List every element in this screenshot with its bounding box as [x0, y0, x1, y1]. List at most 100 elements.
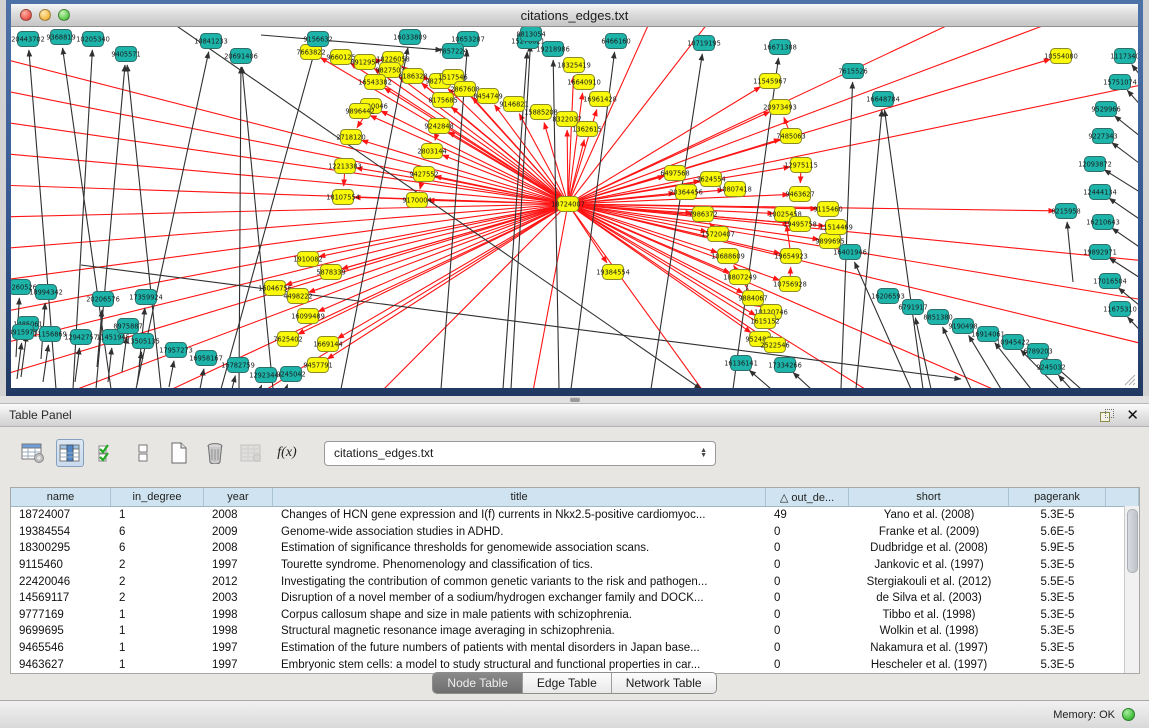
graph-node[interactable]: 10756928 — [773, 277, 807, 292]
graph-node[interactable]: 11545967 — [753, 74, 787, 89]
graph-node[interactable]: 12444134 — [1083, 185, 1117, 200]
table-cell[interactable]: 2012 — [204, 576, 273, 588]
graph-node[interactable]: 20691406 — [224, 49, 258, 64]
table-cell[interactable]: Jankovic et al. (1997) — [849, 559, 1009, 571]
table-cell[interactable]: 49 — [766, 509, 849, 521]
graph-node[interactable]: 10841233 — [194, 34, 228, 49]
table-row[interactable]: 946362711997Embryonic stem cells: a mode… — [11, 656, 1139, 673]
table-cell[interactable]: 2008 — [204, 542, 273, 554]
divider-handle[interactable] — [570, 397, 580, 402]
table-cell[interactable]: 0 — [766, 625, 849, 637]
table-cell[interactable]: 5.5E-5 — [1009, 576, 1106, 588]
table-scrollbar[interactable] — [1124, 506, 1139, 673]
graph-node[interactable]: 9115460 — [813, 202, 842, 217]
table-cell[interactable]: 5.3E-5 — [1009, 559, 1106, 571]
table-cell[interactable]: de Silva et al. (2003) — [849, 592, 1009, 604]
table-cell[interactable]: 6 — [111, 526, 204, 538]
table-cell[interactable]: 0 — [766, 542, 849, 554]
table-cell[interactable]: Embryonic stem cells: a model to study s… — [273, 659, 766, 671]
table-cell[interactable]: Nakamura et al. (1997) — [849, 642, 1009, 654]
table-row[interactable]: 969969511998Structural magnetic resonanc… — [11, 623, 1139, 640]
graph-node[interactable]: 9227343 — [1088, 129, 1117, 144]
table-cell[interactable]: 2003 — [204, 592, 273, 604]
graph-node[interactable]: 7625402 — [273, 332, 302, 347]
table-cell[interactable]: 5.9E-5 — [1009, 542, 1106, 554]
graph-node[interactable]: 9529966 — [1091, 102, 1120, 117]
graph-node[interactable]: 9156632 — [303, 32, 332, 47]
table-cell[interactable]: 1 — [111, 509, 204, 521]
new-table-icon[interactable] — [166, 440, 192, 466]
column-header-short[interactable]: short — [849, 488, 1009, 506]
scrollbar-thumb[interactable] — [1127, 509, 1138, 573]
column-header-name[interactable]: name — [11, 488, 111, 506]
table-cell[interactable]: 18300295 — [11, 542, 111, 554]
table-cell[interactable]: 2009 — [204, 526, 273, 538]
graph-node[interactable]: 9245042 — [276, 367, 305, 382]
graph-node[interactable]: 9427552 — [409, 167, 438, 182]
table-cell[interactable]: 9115460 — [11, 559, 111, 571]
table-cell[interactable]: 5.3E-5 — [1009, 625, 1106, 637]
graph-node[interactable]: 12975115 — [784, 158, 818, 173]
delete-table-icon[interactable] — [202, 440, 228, 466]
graph-node[interactable]: 9405571 — [111, 47, 140, 62]
table-cell[interactable]: 0 — [766, 592, 849, 604]
close-window-button[interactable] — [20, 9, 32, 21]
graph-node[interactable]: 10554080 — [1044, 49, 1078, 64]
graph-node[interactable]: 16640910 — [567, 75, 601, 90]
table-cell[interactable]: 1997 — [204, 642, 273, 654]
table-cell[interactable]: 6 — [111, 542, 204, 554]
network-canvas[interactable]: 1872400776638229660125891295418226058982… — [11, 27, 1138, 388]
table-cell[interactable]: 9699695 — [11, 625, 111, 637]
table-row[interactable]: 1872400712008Changes of HCN gene express… — [11, 507, 1139, 524]
table-cell[interactable]: 9777169 — [11, 609, 111, 621]
graph-node[interactable]: 9896442 — [345, 104, 374, 119]
table-row[interactable]: 2242004622012Investigating the contribut… — [11, 573, 1139, 590]
table-cell[interactable]: 1998 — [204, 609, 273, 621]
column-header-title[interactable]: title — [273, 488, 766, 506]
table-cell[interactable]: 0 — [766, 642, 849, 654]
resize-grip-icon[interactable] — [1122, 372, 1136, 386]
tab-node-table[interactable]: Node Table — [433, 673, 523, 693]
graph-node[interactable]: 16206593 — [871, 289, 905, 304]
graph-node[interactable]: 2522546 — [760, 338, 789, 353]
graph-node[interactable]: 8454749 — [473, 89, 502, 104]
tab-edge-table[interactable]: Edge Table — [523, 673, 612, 693]
graph-node[interactable]: 10807418 — [718, 182, 752, 197]
table-cell[interactable]: 19384554 — [11, 526, 111, 538]
table-row[interactable]: 946554611997Estimation of the future num… — [11, 640, 1139, 657]
graph-node[interactable]: 8186328 — [398, 69, 427, 84]
table-cell[interactable]: 2008 — [204, 509, 273, 521]
graph-node[interactable]: 17957273 — [159, 343, 193, 358]
graph-node[interactable]: 18325419 — [557, 58, 591, 73]
table-cell[interactable]: 5.3E-5 — [1009, 509, 1106, 521]
table-cell[interactable]: 0 — [766, 526, 849, 538]
table-cell[interactable]: 5.6E-5 — [1009, 526, 1106, 538]
graph-node[interactable]: 9884067 — [738, 291, 767, 306]
table-cell[interactable]: Investigating the contribution of common… — [273, 576, 766, 588]
table-cell[interactable]: 0 — [766, 659, 849, 671]
table-row[interactable]: 911546021997Tourette syndrome. Phenomeno… — [11, 557, 1139, 574]
graph-node[interactable]: 2803144 — [417, 144, 446, 159]
graph-node[interactable]: 16671388 — [763, 40, 797, 55]
graph-node[interactable]: 8813054 — [516, 27, 545, 42]
table-cell[interactable]: 9465546 — [11, 642, 111, 654]
table-cell[interactable]: Franke et al. (2009) — [849, 526, 1009, 538]
graph-node[interactable]: 15720407 — [701, 227, 735, 242]
float-panel-icon[interactable] — [1100, 409, 1114, 422]
table-cell[interactable]: 1 — [111, 609, 204, 621]
graph-node[interactable]: 1615152 — [750, 314, 779, 329]
graph-node[interactable]: 9170004 — [402, 193, 431, 208]
memory-status[interactable]: Memory: OK — [1053, 708, 1135, 721]
graph-node[interactable]: 3624554 — [696, 172, 725, 187]
graph-node[interactable]: 1362615 — [572, 122, 601, 137]
minimize-window-button[interactable] — [39, 9, 51, 21]
table-cell[interactable]: Tourette syndrome. Phenomenology and cla… — [273, 559, 766, 571]
graph-node[interactable]: 20443702 — [11, 32, 45, 47]
graph-node[interactable]: 19384554 — [596, 265, 630, 280]
graph-node[interactable]: 9368819 — [46, 30, 75, 45]
graph-node[interactable]: 20206576 — [86, 292, 120, 307]
table-cell[interactable]: 1998 — [204, 625, 273, 637]
table-row[interactable]: 1830029562008Estimation of significance … — [11, 540, 1139, 557]
graph-node[interactable]: 9245032 — [1036, 360, 1065, 375]
table-row[interactable]: 1456911722003Disruption of a novel membe… — [11, 590, 1139, 607]
